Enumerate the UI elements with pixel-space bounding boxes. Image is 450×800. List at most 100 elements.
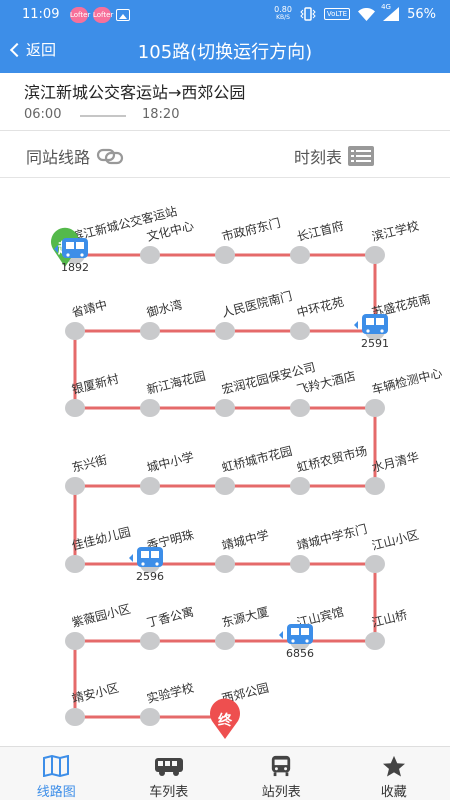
station-label: 佳佳幼儿园 — [70, 525, 132, 553]
station-dot[interactable] — [215, 632, 235, 650]
station-29[interactable]: 丁香公寓 — [140, 604, 195, 650]
direction-arrow-icon — [129, 554, 133, 562]
station-label: 新江海花园 — [145, 368, 207, 397]
station-23[interactable]: 靖城中学 — [215, 527, 270, 573]
station-dot[interactable] — [290, 477, 310, 495]
status-bar: 11:09 Lofter Lofter 0.80 KB/S VoLTE 4G 5… — [0, 0, 450, 30]
page-title[interactable]: 105路(切换运行方向) — [0, 38, 450, 64]
route-options: 同站线路 时刻表 — [0, 132, 450, 178]
map-book-icon — [43, 755, 70, 777]
station-5[interactable]: 滨江学校 — [365, 218, 420, 264]
station-19[interactable]: 城中小学 — [140, 449, 195, 495]
station-16[interactable]: 水月清华 — [365, 450, 420, 495]
schedule-button[interactable]: 时刻表 — [294, 144, 375, 168]
station-dot[interactable] — [140, 708, 160, 726]
bottom-navigation: 线路图 车列表 站列表 收藏 — [0, 746, 450, 800]
station-26[interactable]: 江山桥 — [365, 608, 409, 650]
nav-favorites[interactable]: 收藏 — [338, 747, 450, 800]
bus-plate: 1892 — [61, 261, 89, 274]
bus-icon — [287, 624, 313, 644]
station-dot[interactable] — [65, 399, 85, 417]
station-32[interactable]: 实验学校 — [140, 680, 195, 726]
station-dot[interactable] — [290, 322, 310, 340]
station-25[interactable]: 江山小区 — [365, 528, 420, 573]
station-dot[interactable] — [365, 246, 385, 264]
volte-badge: VoLTE — [323, 8, 351, 20]
cell-signal-icon: 4G — [381, 3, 400, 21]
station-12[interactable]: 新江海花园 — [140, 368, 207, 417]
station-dot[interactable] — [140, 632, 160, 650]
image-notification-icon — [116, 9, 130, 21]
lofter-app-icon: Lofter — [93, 7, 113, 23]
station-dot[interactable] — [290, 399, 310, 417]
station-label: 靖安小区 — [70, 680, 120, 706]
station-dot[interactable] — [215, 477, 235, 495]
station-31[interactable]: 靖安小区 — [65, 680, 120, 726]
station-dot[interactable] — [365, 477, 385, 495]
station-label: 御水湾 — [145, 297, 184, 320]
bus-icon — [137, 547, 163, 567]
net-speed: 0.80 KB/S — [274, 5, 292, 22]
station-label: 靖城中学东门 — [295, 521, 369, 553]
station-dot[interactable] — [65, 555, 85, 573]
station-label: 东源大厦 — [220, 605, 270, 630]
station-7[interactable]: 中环花苑 — [290, 294, 345, 340]
station-dot[interactable] — [290, 555, 310, 573]
nav-bus-list[interactable]: 车列表 — [113, 747, 226, 800]
station-dot[interactable] — [65, 708, 85, 726]
lofter-app-icon: Lofter — [70, 7, 90, 23]
station-label: 江山小区 — [370, 528, 420, 553]
station-9[interactable]: 御水湾 — [140, 297, 184, 340]
battery-level: 56% — [407, 6, 436, 22]
route-direction: 滨江新城公交客运站→西郊公园 — [24, 83, 246, 102]
bus-icon — [362, 314, 388, 334]
station-dot[interactable] — [65, 322, 85, 340]
station-4[interactable]: 长江首府 — [290, 218, 345, 264]
station-dot[interactable] — [215, 399, 235, 417]
first-bus-time: 06:00 — [24, 107, 62, 122]
nav-station-list[interactable]: 站列表 — [225, 747, 338, 800]
vibrate-icon — [300, 7, 316, 21]
station-dot[interactable] — [365, 555, 385, 573]
station-3[interactable]: 市政府东门 — [215, 215, 282, 264]
station-label: 省靖中 — [70, 297, 109, 320]
nav-route-map[interactable]: 线路图 — [0, 747, 113, 800]
bus-side-icon — [272, 755, 291, 777]
station-15[interactable]: 车辆检测中心 — [365, 365, 444, 417]
last-bus-time: 18:20 — [142, 107, 180, 122]
route-map[interactable]: 滨江新城公交客运站文化中心 市政府东门 长江首府 滨江学校苏盛花苑南中环花苑人民医院南… — [0, 179, 450, 746]
station-dot[interactable] — [65, 632, 85, 650]
station-dot[interactable] — [290, 246, 310, 264]
bus-plate: 2591 — [361, 337, 389, 350]
station-28[interactable]: 东源大厦 — [215, 605, 270, 650]
station-label: 虹桥农贸市场 — [295, 443, 369, 475]
station-dot[interactable] — [365, 632, 385, 650]
status-indicators: 0.80 KB/S VoLTE 4G 56% — [274, 3, 436, 22]
list-icon — [348, 146, 375, 166]
direction-arrow-icon — [354, 321, 358, 329]
link-icon — [96, 148, 124, 165]
station-label: 城中小学 — [145, 449, 195, 475]
station-10[interactable]: 省靖中 — [65, 297, 109, 340]
station-label: 水月清华 — [370, 450, 420, 475]
station-label: 丁香公寓 — [145, 604, 195, 630]
station-dot[interactable] — [140, 477, 160, 495]
station-dot[interactable] — [140, 246, 160, 264]
station-30[interactable]: 紫薇园小区 — [65, 602, 132, 650]
station-11[interactable]: 银厦新村 — [65, 371, 120, 417]
station-dot[interactable] — [140, 399, 160, 417]
time-divider — [80, 115, 126, 117]
station-dot[interactable] — [140, 322, 160, 340]
station-dot[interactable] — [215, 246, 235, 264]
same-station-lines-button[interactable]: 同站线路 — [26, 144, 124, 168]
station-20[interactable]: 东兴街 — [65, 453, 109, 495]
station-dot[interactable] — [215, 322, 235, 340]
bus-front-icon — [154, 758, 183, 776]
station-dot[interactable] — [365, 399, 385, 417]
station-label: 滨江学校 — [370, 218, 420, 244]
wifi-icon — [358, 7, 376, 21]
station-dot[interactable] — [215, 555, 235, 573]
end-marker: 终 — [210, 698, 240, 739]
station-dot[interactable] — [65, 477, 85, 495]
direction-arrow-icon — [279, 631, 283, 639]
